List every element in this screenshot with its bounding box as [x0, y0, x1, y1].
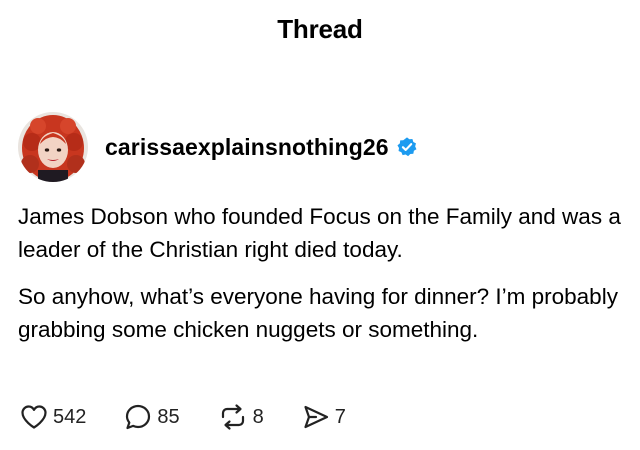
- thread-header: Thread: [0, 0, 640, 64]
- page-title: Thread: [277, 13, 363, 44]
- repost-icon: [218, 403, 248, 431]
- post-paragraph: So anyhow, what’s everyone having for di…: [18, 284, 618, 342]
- send-icon: [302, 403, 330, 431]
- share-button[interactable]: 7: [302, 403, 346, 431]
- repost-count: 8: [252, 405, 264, 428]
- like-button[interactable]: 542: [20, 404, 86, 430]
- verified-badge-icon: [396, 136, 418, 158]
- reply-count: 85: [157, 405, 180, 428]
- username-group: carissaexplainsnothing26: [105, 134, 418, 161]
- thread-post: carissaexplainsnothing26 James Dobson wh…: [18, 112, 628, 360]
- reply-button[interactable]: 85: [124, 403, 180, 431]
- heart-icon: [20, 404, 48, 430]
- post-author-row: carissaexplainsnothing26: [18, 112, 628, 182]
- comment-bubble-icon: [124, 403, 152, 431]
- repost-button[interactable]: 8: [218, 403, 264, 431]
- post-actions: 542 85 8 7: [20, 402, 384, 432]
- username[interactable]: carissaexplainsnothing26: [105, 134, 389, 161]
- avatar[interactable]: [18, 112, 88, 182]
- post-paragraph: James Dobson who founded Focus on the Fa…: [18, 204, 621, 262]
- share-count: 7: [334, 405, 346, 428]
- like-count: 542: [53, 405, 87, 428]
- post-body: James Dobson who founded Focus on the Fa…: [18, 200, 628, 346]
